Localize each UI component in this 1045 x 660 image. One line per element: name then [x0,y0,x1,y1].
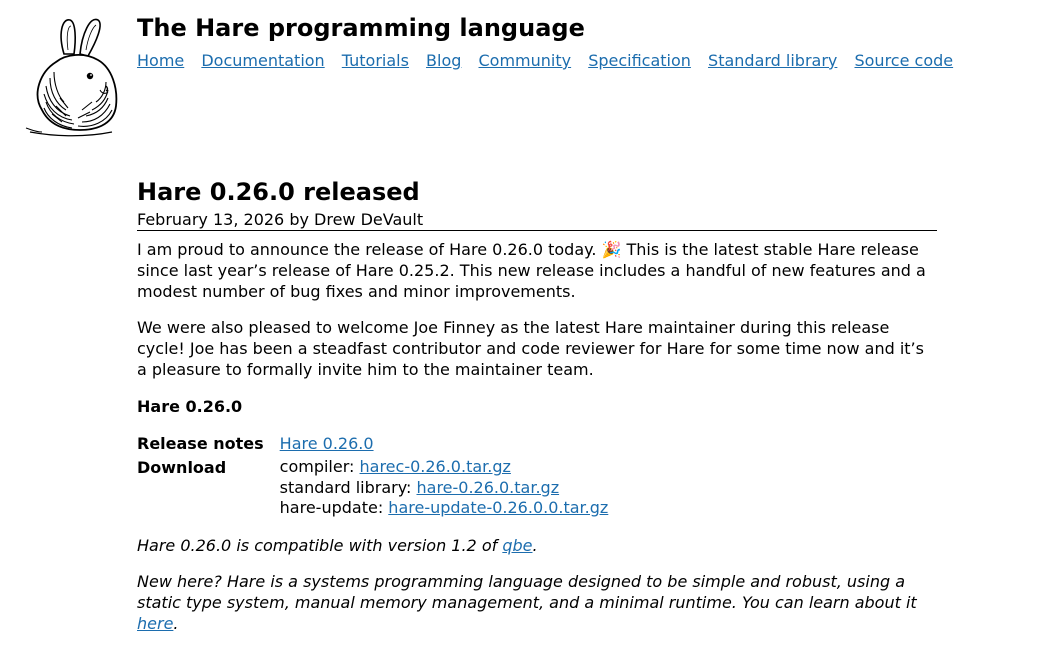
download-hare-update-prefix: hare-update: [279,498,389,517]
download-stdlib: standard library: hare-0.26.0.tar.gz [280,478,609,499]
compat-end: . [532,535,538,555]
nav-home-link[interactable]: Home [137,51,184,70]
post-byline: February 13, 2026 by Drew DeVault [137,209,937,231]
release-heading: Hare 0.26.0 [137,397,243,416]
download-label: Download [137,458,227,477]
new-here-note: New here? Hare is a systems programming … [137,571,937,634]
nav-specification-link[interactable]: Specification [588,51,691,70]
blog-post: Hare 0.26.0 released February 13, 2026 b… [137,175,937,634]
download-hare-update-link[interactable]: hare-update-0.26.0.0.tar.gz [388,498,608,517]
nav-source-code-link[interactable]: Source code [854,51,953,70]
nav-community-link[interactable]: Community [479,51,572,70]
release-notes-label: Release notes [137,434,264,453]
download-row: Download compiler: harec-0.26.0.tar.gz s… [137,454,608,519]
download-stdlib-link[interactable]: hare-0.26.0.tar.gz [417,478,560,497]
nav-documentation-link[interactable]: Documentation [201,51,324,70]
download-compiler: compiler: harec-0.26.0.tar.gz [280,457,609,478]
download-compiler-link[interactable]: harec-0.26.0.tar.gz [360,457,511,476]
compatibility-note: Hare 0.26.0 is compatible with version 1… [137,535,937,556]
post-paragraph-announcement: I am proud to announce the release of Ha… [137,240,926,301]
download-hare-update: hare-update: hare-update-0.26.0.0.tar.gz [280,498,609,519]
new-here-text: New here? Hare is a systems programming … [137,571,917,612]
post-title: Hare 0.26.0 released [137,178,420,206]
hare-rabbit-logo[interactable] [22,14,122,138]
qbe-link[interactable]: qbe [502,536,532,555]
post-paragraph-maintainer: We were also pleased to welcome Joe Finn… [137,318,924,379]
release-notes-row: Release notes Hare 0.26.0 [137,433,608,454]
nav-blog-link[interactable]: Blog [426,51,461,70]
nav-tutorials-link[interactable]: Tutorials [342,51,409,70]
nav-standard-library-link[interactable]: Standard library [708,51,837,70]
main-nav: Home Documentation Tutorials Blog Commun… [137,51,965,71]
release-info-table: Release notes Hare 0.26.0 Download compi… [137,433,608,519]
compat-text: Hare 0.26.0 is compatible with version 1… [137,535,503,555]
download-stdlib-prefix: standard library: [279,477,417,497]
release-notes-link[interactable]: Hare 0.26.0 [280,434,374,453]
new-here-end: . [173,613,179,633]
site-title: The Hare programming language [137,14,585,42]
download-compiler-prefix: compiler: [279,457,360,476]
learn-more-link[interactable]: here [137,614,173,633]
